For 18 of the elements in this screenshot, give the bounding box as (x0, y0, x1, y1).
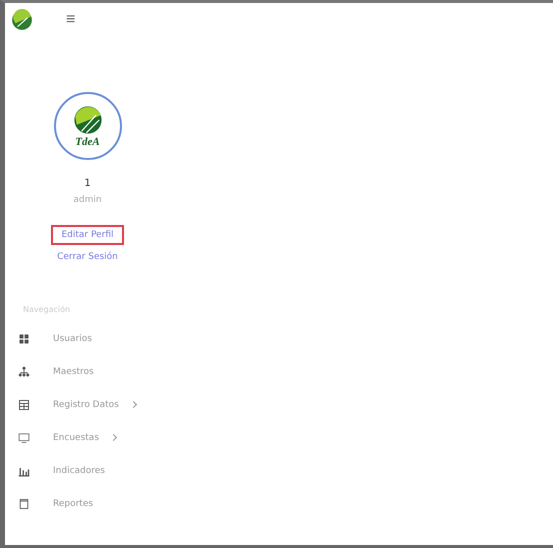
table-icon (18, 398, 30, 410)
monitor-icon (18, 432, 30, 444)
logout-link[interactable]: Cerrar Sesión (49, 247, 126, 267)
menu-button[interactable]: ≡ (63, 11, 78, 29)
nav-item[interactable]: Maestros (5, 355, 553, 388)
nav-item[interactable]: Usuarios (5, 322, 553, 355)
edit-profile-link[interactable]: Editar Perfil (51, 225, 124, 245)
user-id: 1 (84, 178, 91, 189)
nav-item[interactable]: Indicadores (5, 454, 553, 487)
hierarchy-icon (18, 366, 30, 378)
leaf-logo-icon (11, 9, 33, 31)
page-icon (18, 498, 30, 510)
avatar-logo: TdeA (54, 92, 122, 160)
nav-item[interactable]: Registro Datos (5, 388, 553, 421)
user-role: admin (73, 195, 102, 205)
nav-item[interactable]: Encuestas (5, 421, 553, 454)
nav-item[interactable]: Reportes (5, 487, 553, 520)
grid-icon (18, 332, 30, 344)
